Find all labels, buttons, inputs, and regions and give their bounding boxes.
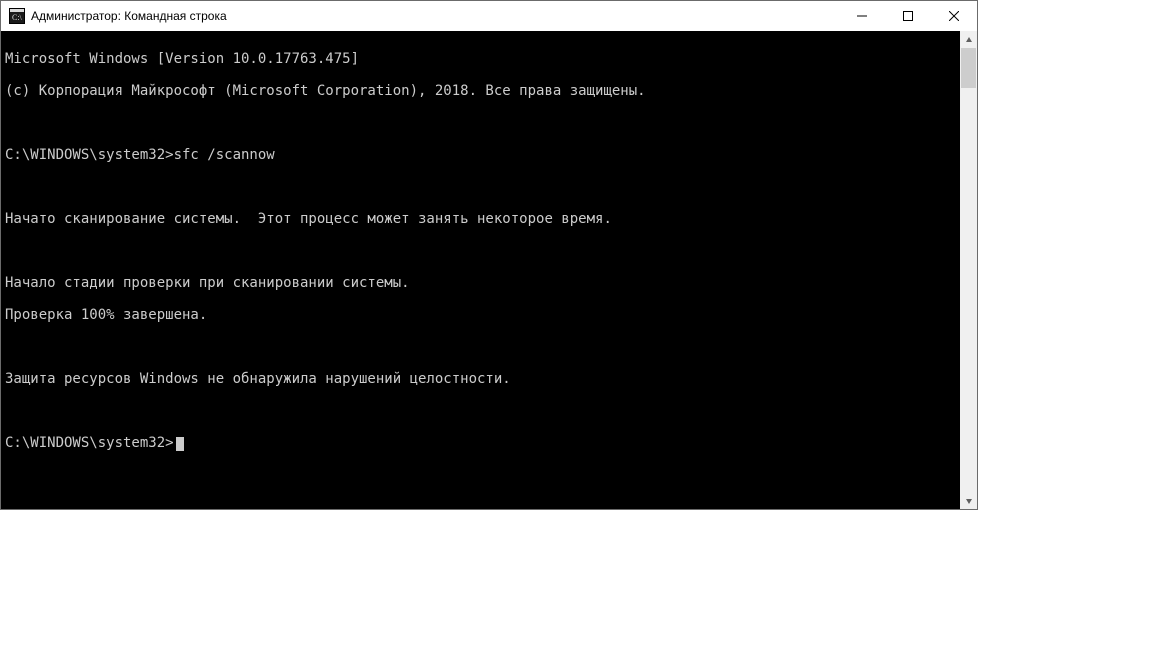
cursor-icon: [176, 437, 184, 451]
terminal-blank: [5, 339, 960, 355]
terminal-line: Начато сканирование системы. Этот процес…: [5, 211, 960, 227]
vertical-scrollbar[interactable]: [960, 31, 977, 509]
terminal-line: Microsoft Windows [Version 10.0.17763.47…: [5, 51, 960, 67]
window-controls: [839, 1, 977, 31]
terminal-line: C:\WINDOWS\system32>: [5, 435, 960, 451]
terminal-line: (c) Корпорация Майкрософт (Microsoft Cor…: [5, 83, 960, 99]
cmd-icon: C:\: [9, 8, 25, 24]
terminal-line: Начало стадии проверки при сканировании …: [5, 275, 960, 291]
minimize-button[interactable]: [839, 1, 885, 31]
terminal-blank: [5, 243, 960, 259]
maximize-button[interactable]: [885, 1, 931, 31]
scroll-down-button[interactable]: [960, 492, 977, 509]
scroll-track[interactable]: [960, 48, 977, 492]
titlebar[interactable]: C:\ Администратор: Командная строка: [1, 1, 977, 31]
scroll-up-button[interactable]: [960, 31, 977, 48]
entered-command: sfc /scannow: [174, 147, 275, 163]
svg-text:C:\: C:\: [12, 13, 23, 22]
terminal-line: C:\WINDOWS\system32>sfc /scannow: [5, 147, 960, 163]
terminal-line: Проверка 100% завершена.: [5, 307, 960, 323]
terminal-blank: [5, 179, 960, 195]
prompt-path: C:\WINDOWS\system32>: [5, 435, 174, 451]
close-button[interactable]: [931, 1, 977, 31]
scroll-thumb[interactable]: [961, 48, 976, 88]
terminal-output[interactable]: Microsoft Windows [Version 10.0.17763.47…: [1, 31, 960, 509]
window-title: Администратор: Командная строка: [31, 9, 227, 23]
terminal-line: Защита ресурсов Windows не обнаружила на…: [5, 371, 960, 387]
terminal-blank: [5, 115, 960, 131]
client-area: Microsoft Windows [Version 10.0.17763.47…: [1, 31, 977, 509]
terminal-blank: [5, 403, 960, 419]
prompt-path: C:\WINDOWS\system32>: [5, 147, 174, 163]
cmd-window: C:\ Администратор: Командная строка Micr…: [0, 0, 978, 510]
